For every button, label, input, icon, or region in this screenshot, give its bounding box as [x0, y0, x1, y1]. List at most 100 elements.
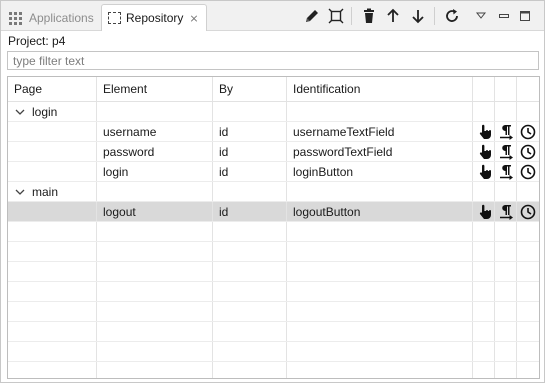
tab-applications[interactable]: Applications	[7, 4, 94, 31]
action-cell	[495, 122, 517, 141]
table-header: Page Element By Identification	[8, 77, 539, 102]
tap-hand-icon[interactable]	[476, 144, 492, 160]
tap-hand-icon[interactable]	[476, 164, 492, 180]
empty-cell	[517, 102, 539, 121]
paragraph-arrow-icon[interactable]	[498, 164, 514, 180]
action-cell	[473, 122, 495, 141]
arrow-down-icon[interactable]	[409, 7, 427, 25]
empty-cell	[495, 342, 517, 361]
empty-cell	[517, 182, 539, 201]
empty-cell	[287, 102, 473, 121]
clock-icon[interactable]	[520, 164, 536, 180]
empty-cell	[213, 282, 287, 301]
empty-cell	[287, 322, 473, 341]
tap-hand-icon[interactable]	[476, 204, 492, 220]
empty-cell	[97, 222, 213, 241]
empty-row	[8, 362, 539, 378]
action-cell	[473, 142, 495, 161]
by-cell: id	[213, 162, 287, 181]
empty-cell	[517, 262, 539, 281]
action-cell	[495, 162, 517, 181]
action-cell	[473, 202, 495, 221]
empty-row	[8, 282, 539, 302]
empty-cell	[473, 102, 495, 121]
paragraph-arrow-icon[interactable]	[498, 124, 514, 140]
close-icon[interactable]: ⨯	[189, 12, 198, 25]
empty-cell	[97, 182, 213, 201]
empty-cell	[495, 242, 517, 261]
action-cell	[517, 162, 539, 181]
column-header-action-1	[473, 77, 495, 101]
empty-cell	[495, 262, 517, 281]
empty-cell	[8, 362, 97, 378]
empty-cell	[495, 302, 517, 321]
paragraph-arrow-icon[interactable]	[498, 144, 514, 160]
action-cell	[495, 202, 517, 221]
empty-cell	[473, 302, 495, 321]
element-cell: login	[97, 162, 213, 181]
arrow-up-icon[interactable]	[384, 7, 402, 25]
pencil-icon[interactable]	[303, 7, 321, 25]
maximize-icon[interactable]	[516, 7, 534, 25]
tap-hand-icon[interactable]	[476, 124, 492, 140]
empty-cell	[8, 222, 97, 241]
empty-row	[8, 242, 539, 262]
empty-cell	[287, 362, 473, 378]
empty-cell	[517, 242, 539, 261]
empty-cell	[97, 322, 213, 341]
trash-icon[interactable]	[360, 7, 378, 25]
toolbar-separator	[434, 7, 435, 25]
repository-view: Applications Repository ⨯ Project: p4 ty…	[0, 0, 545, 383]
tab-repository[interactable]: Repository ⨯	[101, 4, 207, 31]
table-row[interactable]: username id usernameTextField	[8, 122, 539, 142]
empty-cell	[287, 222, 473, 241]
empty-cell	[517, 322, 539, 341]
column-header-page[interactable]: Page	[8, 77, 97, 101]
column-header-action-3	[517, 77, 539, 101]
table-row[interactable]: login id loginButton	[8, 162, 539, 182]
clock-icon[interactable]	[520, 144, 536, 160]
empty-cell	[213, 222, 287, 241]
column-header-element[interactable]: Element	[97, 77, 213, 101]
empty-cell	[473, 222, 495, 241]
empty-cell	[97, 262, 213, 281]
empty-cell	[8, 242, 97, 261]
table-row-selected[interactable]: logout id logoutButton	[8, 202, 539, 222]
empty-cell	[495, 102, 517, 121]
identification-cell: passwordTextField	[287, 142, 473, 161]
empty-row	[8, 322, 539, 342]
empty-cell	[213, 182, 287, 201]
clock-icon[interactable]	[520, 204, 536, 220]
empty-cell	[213, 342, 287, 361]
filter-input[interactable]	[7, 51, 539, 70]
empty-cell	[473, 262, 495, 281]
table-row[interactable]: password id passwordTextField	[8, 142, 539, 162]
focus-frame-icon[interactable]	[327, 7, 345, 25]
empty-cell	[8, 122, 97, 141]
empty-cell	[97, 282, 213, 301]
minimize-icon[interactable]	[495, 7, 513, 25]
page-row-login[interactable]: login	[8, 102, 539, 122]
action-cell	[473, 162, 495, 181]
empty-cell	[473, 342, 495, 361]
page-row-main[interactable]: main	[8, 182, 539, 202]
empty-cell	[97, 342, 213, 361]
clock-icon[interactable]	[520, 124, 536, 140]
view-menu-icon[interactable]	[472, 7, 490, 25]
empty-cell	[287, 182, 473, 201]
empty-cell	[287, 242, 473, 261]
column-header-identification[interactable]: Identification	[287, 77, 473, 101]
refresh-icon[interactable]	[443, 7, 461, 25]
chevron-down-icon[interactable]	[14, 186, 26, 198]
column-header-by[interactable]: By	[213, 77, 287, 101]
empty-cell	[8, 142, 97, 161]
empty-cell	[473, 282, 495, 301]
grid-icon	[9, 11, 22, 25]
element-cell: username	[97, 122, 213, 141]
repository-icon	[108, 12, 121, 24]
empty-cell	[97, 302, 213, 321]
chevron-down-icon[interactable]	[14, 106, 26, 118]
paragraph-arrow-icon[interactable]	[498, 204, 514, 220]
empty-cell	[473, 362, 495, 378]
empty-cell	[213, 302, 287, 321]
